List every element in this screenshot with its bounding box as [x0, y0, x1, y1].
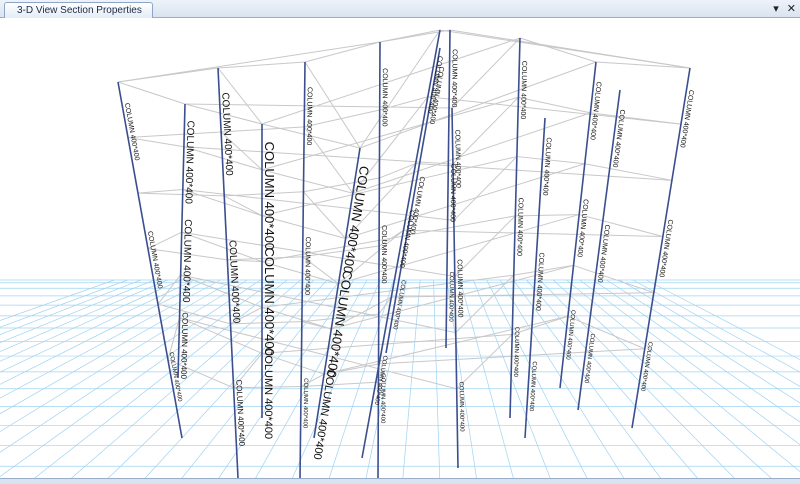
beam-line — [181, 231, 455, 277]
chevron-down-icon[interactable]: ▾ — [773, 2, 779, 16]
beam-line — [515, 214, 580, 217]
beam-line — [453, 156, 518, 221]
beam-line — [427, 96, 682, 125]
ground-grid-line — [459, 279, 514, 478]
beam-line — [180, 274, 456, 334]
beam-line — [179, 317, 457, 390]
column-section-label: COLUMN 400*400 — [262, 347, 274, 439]
beam-line — [519, 37, 597, 63]
ground-grid-line — [0, 279, 142, 335]
ground-grid-line — [526, 279, 698, 478]
column-section-label: COLUMN 400*400 — [515, 198, 524, 257]
column-section-label: COLUMN 400*400 — [262, 247, 277, 355]
ground-grid-line — [34, 279, 288, 478]
beam-line — [579, 214, 663, 237]
ground-grid-line — [579, 279, 800, 446]
ground-grid-line — [499, 279, 625, 478]
column-section-label: COLUMN 400*400 — [458, 382, 465, 433]
beam-line — [303, 191, 347, 239]
structure-3d-view[interactable]: COLUMN 400*400COLUMN 400*400COLUMN 400*4… — [0, 18, 800, 478]
beam-line — [137, 188, 183, 194]
window-bottom-edge — [0, 478, 800, 484]
column-section-label: COLUMN 400*400 — [381, 68, 388, 126]
beam-line — [512, 315, 569, 335]
beam-line — [452, 96, 519, 165]
column-section-label: COLUMN 400*400 — [123, 102, 140, 161]
beam-line — [224, 195, 263, 217]
beam-line — [181, 231, 263, 263]
roof-edge — [117, 29, 691, 83]
column-section-label: COLUMN 400*400 — [146, 231, 163, 290]
column-section-label: COLUMN 400*400 — [179, 312, 190, 379]
column-section-label: COLUMN 400*400 — [180, 219, 193, 303]
column-section-label: COLUMN 400*400 — [408, 176, 425, 235]
beam-line — [456, 334, 513, 390]
close-icon[interactable]: ✕ — [787, 2, 796, 16]
beam-line — [359, 61, 597, 149]
beam-line — [379, 163, 416, 179]
column-section-label: COLUMN 400*400 — [182, 120, 195, 204]
beam-line — [451, 37, 521, 109]
ground-grid-line — [433, 279, 441, 478]
beam-line — [261, 156, 517, 217]
column-section-label: COLUMN 400*400 — [447, 272, 454, 323]
column-section-label: COLUMN 400*400 — [678, 89, 694, 148]
beam-line — [117, 81, 186, 105]
beam-line — [567, 315, 645, 350]
ground-grid-line — [592, 279, 800, 423]
ground-grid-line — [566, 279, 800, 473]
column-section-label: COLUMN 400*400 — [450, 49, 458, 108]
column-section-label: COLUMN 400*400 — [302, 378, 309, 429]
column-section-label: COLUMN 400*400 — [449, 164, 457, 223]
column-section-label: COLUMN 400*400 — [262, 142, 277, 250]
model-3d-viewport[interactable]: COLUMN 400*400 COLUMN 400*400 COLUMN 400*4… — [0, 18, 800, 478]
column-section-label: COLUMN 400*400 — [456, 259, 464, 318]
column-section-label: COLUMN 400*400 — [311, 368, 337, 460]
ground-grid-line — [632, 279, 800, 373]
column-line — [577, 89, 621, 411]
beam-line — [137, 192, 225, 197]
ground-grid-line — [0, 279, 248, 433]
beam-line — [301, 381, 379, 387]
beam-line — [595, 61, 691, 69]
column-section-label: COLUMN 400*400 — [226, 240, 241, 324]
column-line — [361, 29, 441, 459]
column-section-label: COLUMN 400*400 — [519, 61, 528, 120]
tab-controls: ▾ ✕ — [773, 1, 796, 17]
column-section-label: COLUMN 400*400 — [340, 165, 372, 274]
beam-line — [261, 37, 521, 125]
tab-3d-view[interactable]: 3-D View Section Properties — [4, 2, 153, 18]
column-section-label: COLUMN 400*400 — [657, 219, 673, 278]
column-section-label: COLUMN 400*400 — [303, 237, 311, 296]
column-section-label: COLUMN 400*400 — [305, 87, 313, 146]
beam-line — [403, 229, 663, 237]
beam-line — [304, 109, 380, 128]
beam-line — [261, 215, 516, 263]
tab-bar: 3-D View Section Properties ▾ ✕ — [0, 0, 800, 18]
view-window: 3-D View Section Properties ▾ ✕ COLUMN 4… — [0, 0, 800, 484]
beam-line — [127, 131, 222, 139]
ground-grid-line — [0, 279, 181, 362]
ground-grid-line — [0, 279, 168, 352]
column-section-label: COLUMN 400*400 — [380, 225, 387, 283]
